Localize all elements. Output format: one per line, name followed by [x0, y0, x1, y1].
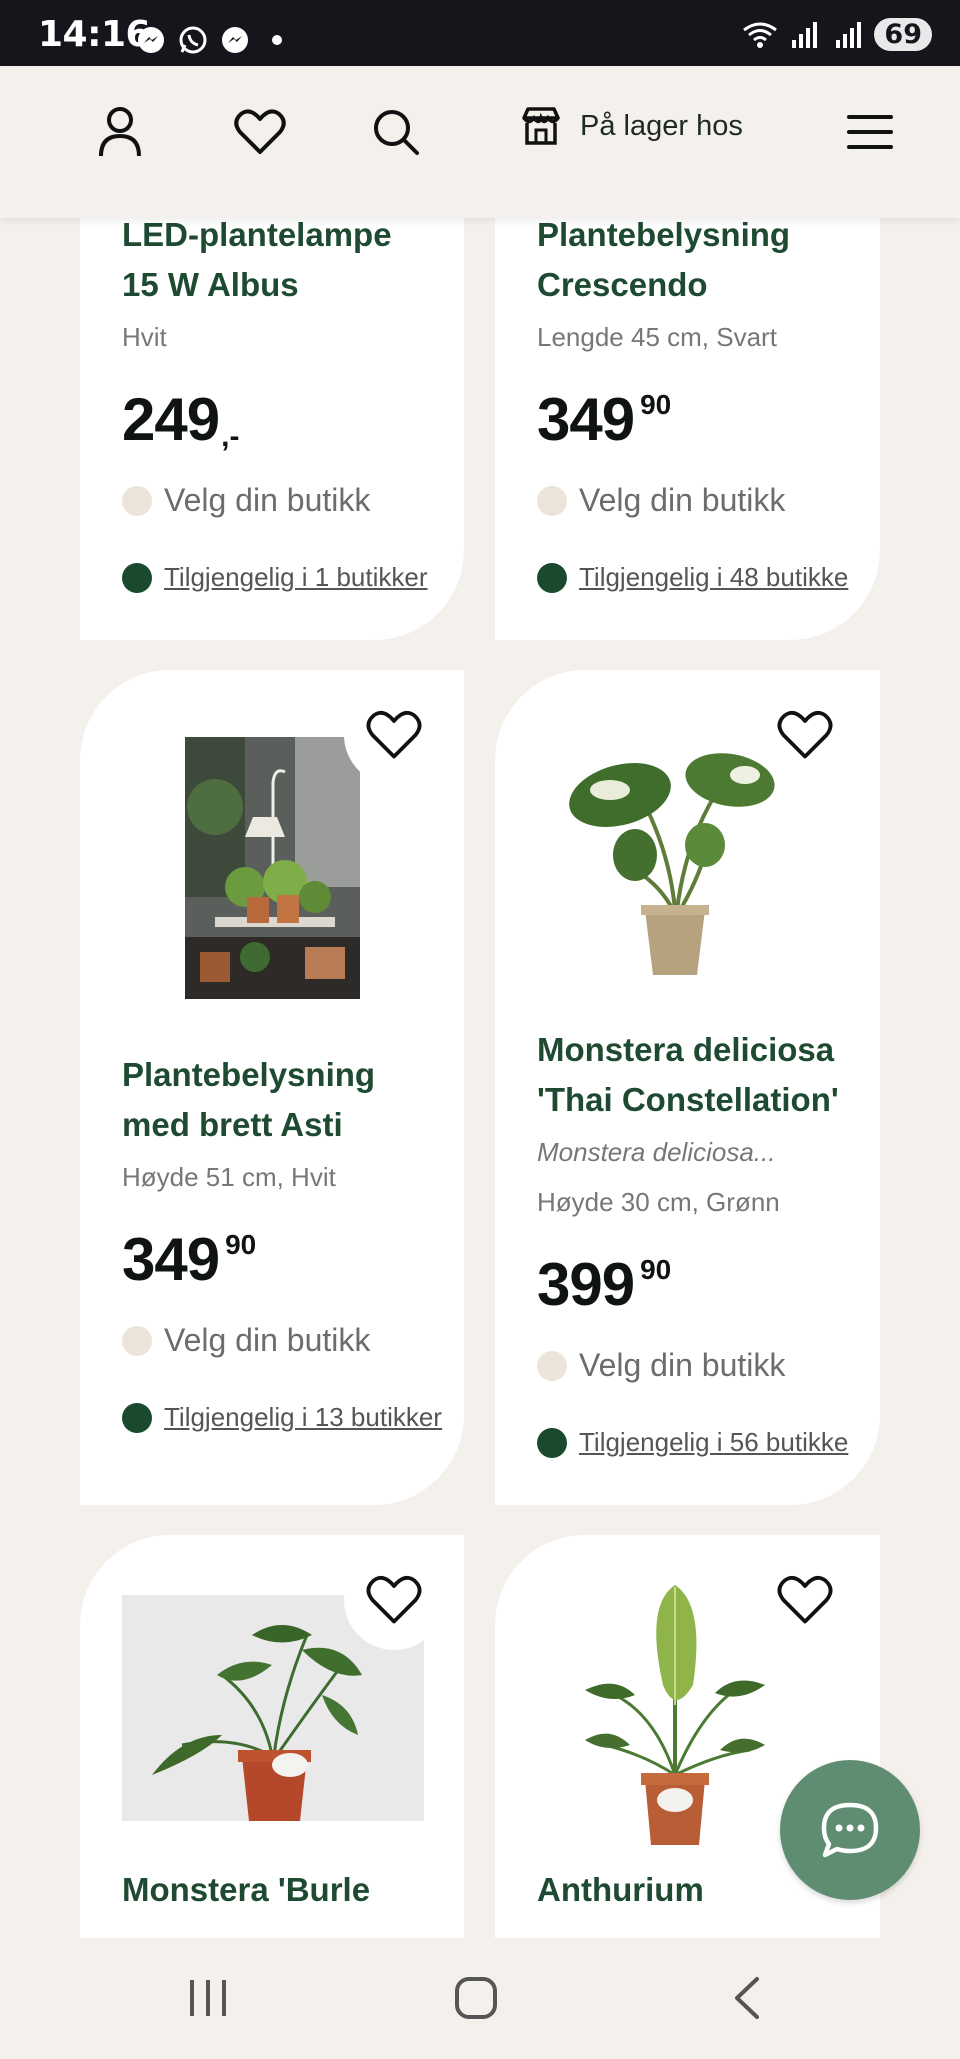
chat-button[interactable] [780, 1760, 920, 1900]
product-card[interactable]: Monstera 'Burle [80, 1535, 464, 1938]
choose-store[interactable]: Velg din butikk [537, 482, 785, 519]
status-bar: 14:16 69 [0, 0, 960, 66]
signal-r-icon [792, 21, 818, 48]
app-header: På lager hos [0, 66, 960, 218]
chat-bubble-icon [821, 1802, 879, 1858]
product-card[interactable]: LED-plantelampe 15 W Albus Hvit 249 ,- V… [80, 180, 464, 640]
availability-link[interactable]: Tilgjengelig i 48 butikke [537, 562, 848, 593]
product-card[interactable]: Monstera deliciosa 'Thai Constellation' … [495, 670, 880, 1505]
product-card[interactable]: Plantebelysning med brett Asti Høyde 51 … [80, 670, 464, 1505]
heart-icon [366, 710, 422, 759]
choose-store[interactable]: Velg din butikk [122, 1322, 370, 1359]
available-dot-icon [122, 1402, 152, 1433]
product-price: 249 ,- [122, 386, 240, 453]
available-dot-icon [537, 562, 567, 593]
wifi-icon [743, 22, 778, 48]
product-title[interactable]: Anthurium [537, 1865, 704, 1915]
product-title[interactable]: Monstera deliciosa 'Thai Constellation' [537, 1025, 839, 1125]
product-title[interactable]: Monstera 'Burle [122, 1865, 370, 1915]
favorite-button[interactable] [755, 1550, 855, 1650]
user-icon [99, 107, 141, 157]
store-dot-icon [122, 485, 152, 516]
recent-apps-button[interactable] [173, 1968, 243, 2028]
product-card[interactable]: Plantebelysning Crescendo Lengde 45 cm, … [495, 180, 880, 640]
favorite-button[interactable] [344, 685, 444, 785]
heart-icon [234, 109, 286, 154]
product-title[interactable]: LED-plantelampe 15 W Albus [122, 210, 392, 310]
back-icon [735, 1977, 759, 2019]
product-image[interactable] [185, 737, 360, 999]
messenger-icon [138, 27, 164, 53]
product-latin-name: Monstera deliciosa... [537, 1137, 776, 1167]
product-price: 399 90 [537, 1251, 672, 1318]
search-icon [374, 110, 419, 155]
product-image[interactable] [565, 735, 785, 975]
store-selector[interactable]: På lager hos [520, 106, 743, 146]
heart-icon [777, 1575, 833, 1624]
menu-icon [847, 115, 893, 149]
home-button[interactable] [441, 1968, 511, 2028]
choose-store[interactable]: Velg din butikk [122, 482, 370, 519]
battery-indicator: 69 [874, 18, 932, 51]
favorites-button[interactable] [230, 102, 290, 162]
product-variant: Høyde 51 cm, Hvit [122, 1162, 336, 1192]
status-right: 69 [740, 18, 932, 51]
favorite-button[interactable] [344, 1550, 444, 1650]
notification-dot-icon [272, 35, 282, 45]
available-dot-icon [537, 1427, 567, 1458]
product-title[interactable]: Plantebelysning med brett Asti [122, 1050, 375, 1150]
home-icon [455, 1977, 497, 2019]
availability-link[interactable]: Tilgjengelig i 1 butikker [122, 562, 428, 593]
product-variant: Lengde 45 cm, Svart [537, 322, 777, 352]
product-variant: Hvit [122, 322, 167, 352]
store-label: På lager hos [580, 109, 743, 142]
availability-link[interactable]: Tilgjengelig i 13 butikker [122, 1402, 442, 1433]
recent-apps-icon [190, 1980, 226, 2016]
available-dot-icon [122, 562, 152, 593]
back-button[interactable] [711, 1968, 781, 2028]
status-app-icons [136, 25, 282, 55]
messenger-icon [222, 27, 248, 53]
heart-icon [366, 1575, 422, 1624]
signal-icon [836, 21, 862, 48]
account-button[interactable] [90, 102, 150, 162]
product-variant: Høyde 30 cm, Grønn [537, 1187, 780, 1217]
menu-button[interactable] [840, 102, 900, 162]
product-image[interactable] [575, 1575, 775, 1855]
product-price: 349 90 [122, 1226, 257, 1293]
choose-store[interactable]: Velg din butikk [537, 1347, 785, 1384]
heart-icon [777, 710, 833, 759]
availability-link[interactable]: Tilgjengelig i 56 butikke [537, 1427, 848, 1458]
whatsapp-icon [179, 26, 207, 54]
product-price: 349 90 [537, 386, 672, 453]
store-dot-icon [537, 1350, 567, 1381]
system-navigation-bar [0, 1938, 960, 2059]
status-time: 14:16 [38, 14, 151, 55]
store-dot-icon [122, 1325, 152, 1356]
store-icon [522, 107, 560, 145]
search-button[interactable] [366, 102, 426, 162]
store-dot-icon [537, 485, 567, 516]
favorite-button[interactable] [755, 685, 855, 785]
product-title[interactable]: Plantebelysning Crescendo [537, 210, 790, 310]
